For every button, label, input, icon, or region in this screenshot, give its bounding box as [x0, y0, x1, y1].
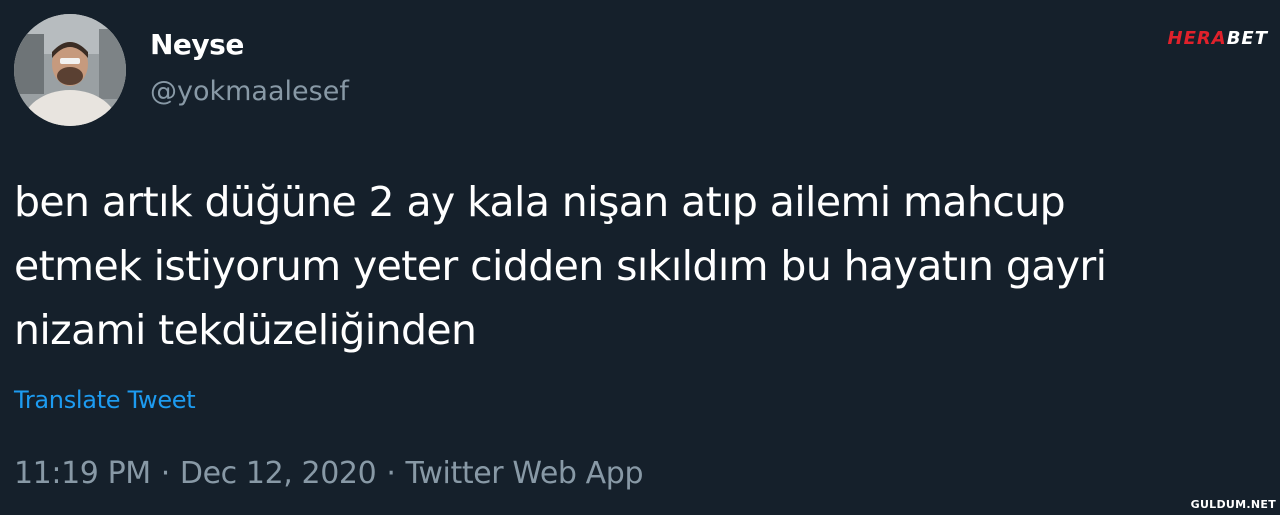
tweet-text: ben artık düğüne 2 ay kala nişan atıp ai…	[14, 178, 1107, 354]
brand-logo-part1: HERA	[1167, 28, 1227, 49]
translate-tweet-link[interactable]: Translate Tweet	[14, 386, 196, 414]
brand-logo: HERABET	[1168, 28, 1268, 49]
tweet-source[interactable]: Twitter Web App	[405, 456, 643, 491]
avatar[interactable]	[14, 14, 126, 126]
handle[interactable]: @yokmaalesef	[150, 76, 349, 107]
meta-separator: ·	[160, 456, 171, 491]
profile-photo-icon	[14, 14, 126, 126]
meta-separator: ·	[386, 456, 396, 491]
brand-logo-part2: BET	[1226, 28, 1268, 49]
display-name[interactable]: Neyse	[150, 28, 244, 61]
tweet-meta: 11:19 PM · Dec 12, 2020 · Twitter Web App	[14, 456, 643, 491]
tweet-date[interactable]: Dec 12, 2020	[180, 456, 377, 491]
watermark: GULDUM.NET	[1190, 498, 1276, 511]
tweet-time[interactable]: 11:19 PM	[14, 456, 151, 491]
